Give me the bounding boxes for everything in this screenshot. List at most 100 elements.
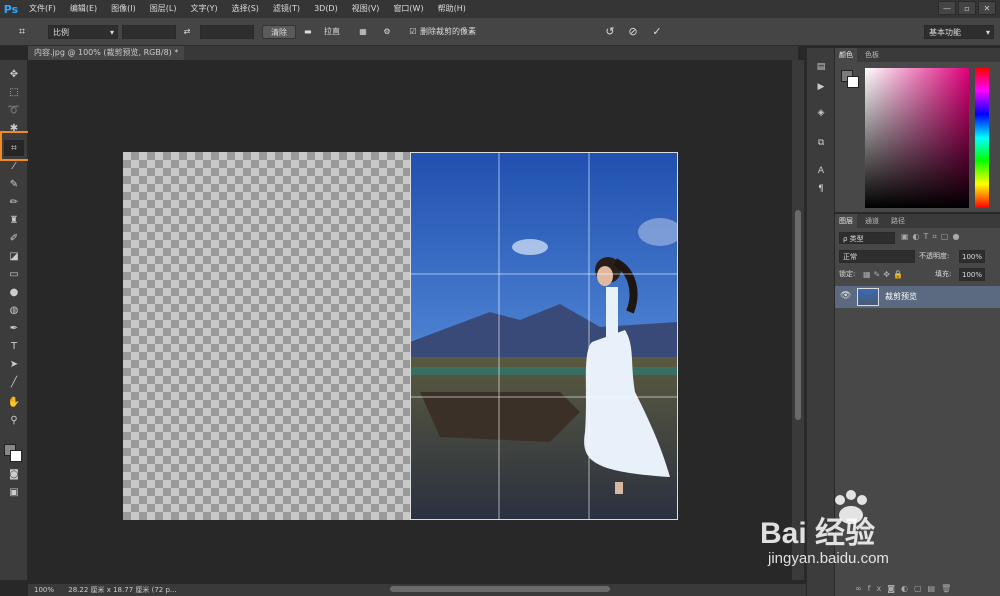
actions-panel-icon[interactable]: ▶ <box>813 82 829 96</box>
crop-grid-overlay <box>410 152 678 520</box>
move-tool-icon[interactable]: ✥ <box>4 66 24 82</box>
workspace-dropdown[interactable]: 基本功能 ▾ <box>924 25 994 39</box>
close-button[interactable]: ✕ <box>978 1 996 15</box>
character-panel-icon[interactable]: A <box>813 166 829 180</box>
opacity-label: 不透明度: <box>919 252 950 260</box>
straighten-label[interactable]: 拉直 <box>324 25 348 39</box>
minimize-button[interactable]: — <box>938 1 956 15</box>
layer-name[interactable]: 裁剪预览 <box>885 291 917 302</box>
menu-bar: Ps 文件(F) 编辑(E) 图像(I) 图层(L) 文字(Y) 选择(S) 滤… <box>0 0 1000 18</box>
document-size-info[interactable]: 28.22 厘米 x 18.77 厘米 (72 p... <box>56 586 176 594</box>
blend-mode-dropdown[interactable]: 正常 <box>839 250 915 263</box>
reset-icon[interactable]: ↺ <box>603 25 617 39</box>
cancel-icon[interactable]: ⊘ <box>626 25 640 39</box>
restore-button[interactable]: ▫ <box>958 1 976 15</box>
straighten-icon[interactable]: ▬ <box>304 25 318 39</box>
transparent-area <box>123 152 410 520</box>
color-panel-tabs: 颜色 色板 <box>835 48 1000 62</box>
fill-label: 填充: <box>935 270 952 278</box>
brush-tool-icon[interactable]: ✏ <box>4 194 24 210</box>
swap-icon[interactable]: ⇄ <box>180 25 194 39</box>
eraser-tool-icon[interactable]: ◪ <box>4 248 24 264</box>
height-field[interactable] <box>200 25 254 39</box>
hand-tool-icon[interactable]: ✋ <box>4 394 24 410</box>
window-controls: — ▫ ✕ <box>938 1 996 15</box>
background-color-chip[interactable] <box>847 76 859 88</box>
options-bar: ⌗ 比例 ▾ ⇄ 清除 ▬ 拉直 ▦ ⚙ ☑ 删除裁剪的像素 ↺ ⊘ ✓ 基本功能… <box>0 18 1000 46</box>
clone-stamp-tool-icon[interactable]: ♜ <box>4 212 24 228</box>
horizontal-scroll-thumb[interactable] <box>390 586 610 592</box>
layer-filter-icons[interactable]: ▣◐T⌗▢● <box>901 232 995 244</box>
ratio-dropdown[interactable]: 比例 ▾ <box>48 25 118 39</box>
width-field[interactable] <box>122 25 176 39</box>
history-panel-icon[interactable]: ▤ <box>813 62 829 76</box>
menu-view[interactable]: 视图(V) <box>345 0 387 18</box>
color-panel: 颜色 色板 <box>835 48 1000 212</box>
lock-icons[interactable]: ▦✎✥🔒 <box>863 268 913 281</box>
menu-help[interactable]: 帮助(H) <box>431 0 473 18</box>
photo-crop-preview[interactable] <box>410 152 678 520</box>
workspace-label: 基本功能 <box>929 28 961 37</box>
baidu-jingyan-logo: Bai 经验 <box>760 517 876 550</box>
tab-paths[interactable]: 路径 <box>887 214 909 228</box>
menu-layer[interactable]: 图层(L) <box>143 0 184 18</box>
fill-input[interactable]: 100% <box>959 268 985 281</box>
gear-icon[interactable]: ⚙ <box>380 25 394 39</box>
path-select-tool-icon[interactable]: ➤ <box>4 356 24 372</box>
pen-tool-icon[interactable]: ✒ <box>4 320 24 336</box>
menu-3d[interactable]: 3D(D) <box>307 0 345 18</box>
tab-color[interactable]: 颜色 <box>835 48 857 62</box>
delete-pixels-checkbox[interactable]: ☑ <box>408 25 418 39</box>
zoom-tool-icon[interactable]: ⚲ <box>4 412 24 428</box>
lock-label: 锁定: <box>839 270 856 278</box>
background-color-swatch[interactable] <box>10 450 22 462</box>
commit-check-icon[interactable]: ✓ <box>650 25 664 39</box>
color-field[interactable] <box>865 68 969 208</box>
vertical-scroll-thumb[interactable] <box>795 210 801 420</box>
clone-source-panel-icon[interactable]: ⧉ <box>813 138 829 152</box>
hue-slider[interactable] <box>975 68 989 208</box>
menu-image[interactable]: 图像(I) <box>104 0 143 18</box>
watermark-url: jingyan.baidu.com <box>768 550 889 567</box>
clear-button[interactable]: 清除 <box>262 25 296 39</box>
screen-mode-icon[interactable]: ▣ <box>4 484 24 500</box>
line-tool-icon[interactable]: ╱ <box>4 374 24 390</box>
baidu-watermark: Bai 经验 jingyan.baidu.com <box>760 490 970 580</box>
menu-filter[interactable]: 滤镜(T) <box>266 0 307 18</box>
marquee-tool-icon[interactable]: ⬚ <box>4 84 24 100</box>
document-tab-bar: 内容.jpg @ 100% (裁剪预览, RGB/8) * <box>28 46 798 60</box>
opacity-input[interactable]: 100% <box>959 250 985 263</box>
delete-pixels-label: 删除裁剪的像素 <box>420 27 476 36</box>
lasso-tool-icon[interactable]: ➰ <box>4 102 24 118</box>
history-brush-tool-icon[interactable]: ✐ <box>4 230 24 246</box>
paragraph-panel-icon[interactable]: ¶ <box>813 184 829 198</box>
document-tab[interactable]: 内容.jpg @ 100% (裁剪预览, RGB/8) * <box>28 46 185 60</box>
menu-file[interactable]: 文件(F) <box>22 0 63 18</box>
type-tool-icon[interactable]: T <box>4 338 24 354</box>
quick-mask-icon[interactable]: ◙ <box>4 466 24 482</box>
menu-edit[interactable]: 编辑(E) <box>63 0 104 18</box>
photoshop-logo: Ps <box>3 2 19 16</box>
menu-select[interactable]: 选择(S) <box>225 0 266 18</box>
tab-layers[interactable]: 图层 <box>835 214 857 228</box>
blur-tool-icon[interactable]: ● <box>4 284 24 300</box>
layers-footer-icons[interactable]: ∞fx◙◐▢▤🗑 <box>855 584 995 593</box>
dodge-tool-icon[interactable]: ◍ <box>4 302 24 318</box>
crop-tool-preset-icon[interactable]: ⌗ <box>14 25 30 39</box>
overlay-grid-icon[interactable]: ▦ <box>356 25 370 39</box>
adjustments-panel-icon[interactable]: ◈ <box>813 108 829 122</box>
tab-channels[interactable]: 通道 <box>861 214 883 228</box>
ratio-dropdown-label: 比例 <box>53 28 69 37</box>
menu-type[interactable]: 文字(Y) <box>183 0 224 18</box>
layer-kind-filter[interactable]: ρ 类型 <box>839 232 895 244</box>
layer-thumbnail <box>857 288 879 306</box>
visibility-eye-icon[interactable]: 👁 <box>840 291 851 301</box>
tab-swatches[interactable]: 色板 <box>861 48 883 62</box>
healing-brush-tool-icon[interactable]: ✎ <box>4 176 24 192</box>
layer-row[interactable]: 👁 裁剪预览 <box>835 286 1000 308</box>
horizontal-scrollbar[interactable] <box>270 585 790 593</box>
zoom-level[interactable]: 100% <box>28 586 54 594</box>
layers-panel-tabs: 图层 通道 路径 <box>835 214 1000 228</box>
gradient-tool-icon[interactable]: ▭ <box>4 266 24 282</box>
menu-window[interactable]: 窗口(W) <box>386 0 430 18</box>
